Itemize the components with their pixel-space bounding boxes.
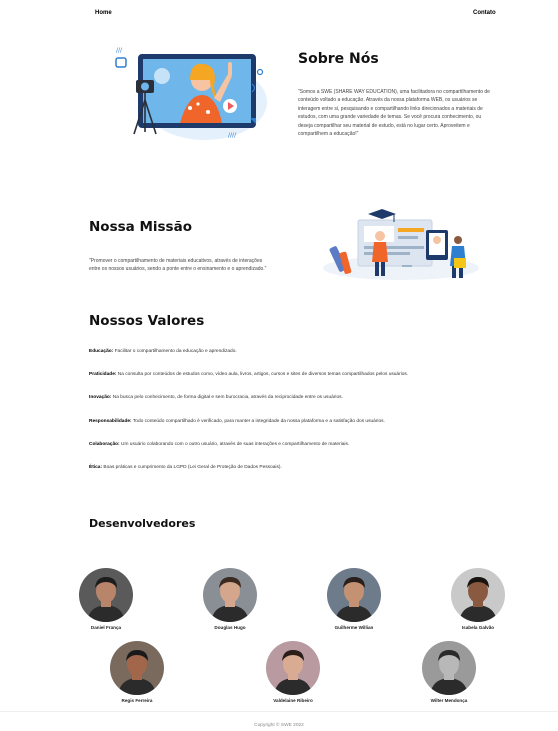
avatar [266, 641, 320, 695]
developer-name: Daniel França [90, 625, 122, 630]
value-item-colaboracao: Colaboração: Um usuário colaborando com … [89, 442, 509, 465]
mission-title: Nossa Missão [89, 219, 192, 235]
developer-name: Valdelaine Ribeiro [273, 698, 313, 703]
avatar [327, 568, 381, 622]
value-label: Responsabilidade: [89, 418, 132, 424]
avatar [451, 568, 505, 622]
value-text: Boas práticas e cumprimento da LGPD (Lei… [102, 464, 282, 470]
nav-contact-link[interactable]: Contato [473, 10, 496, 16]
about-illustration: /// //// [115, 47, 267, 140]
developer-name: Guilherme Willian [334, 625, 374, 630]
value-text: Na busca pelo conhecimento, de forma dig… [111, 395, 343, 401]
value-label: Inovação: [89, 395, 112, 401]
developer-card: Wilter Mendonça [409, 641, 489, 703]
value-text: Um usuário colaborando com o outro usuár… [119, 441, 350, 447]
value-item-inovacao: Inovação: Na busca pelo conhecimento, de… [89, 395, 509, 418]
top-nav: Home Contato [0, 10, 558, 22]
developers-title: Desenvolvedores [89, 517, 196, 530]
avatar [79, 568, 133, 622]
developer-name: Regis Ferreira [121, 698, 153, 703]
avatar [203, 568, 257, 622]
mission-illustration [323, 209, 479, 280]
footer-copyright: Copyright © SWE 2022 [254, 723, 304, 728]
about-text: "Somos a SWE (SHARE WAY EDUCATION), uma … [298, 89, 490, 138]
value-item-praticidade: Praticidade: Na consulta por conteúdos d… [89, 372, 509, 395]
value-item-etica: Ética: Boas práticas e cumprimento da LG… [89, 465, 509, 488]
value-text: Facilitar o compartilhamento da educação… [113, 349, 237, 354]
nav-home-link[interactable]: Home [95, 10, 112, 16]
value-label: Praticidade: [89, 372, 117, 378]
about-title: Sobre Nós [298, 51, 379, 67]
developer-name: Wilter Mendonça [430, 698, 468, 703]
value-label: Ética: [89, 464, 103, 470]
value-text: Todo conteúdo compartilhado é verificado… [131, 418, 385, 424]
developer-card: Guilherme Willian [314, 568, 394, 630]
svg-text:///: /// [116, 47, 123, 54]
developer-card: Regis Ferreira [97, 641, 177, 703]
value-item-responsabilidade: Responsabilidade: Todo conteúdo comparti… [89, 419, 509, 442]
values-title: Nossos Valores [89, 313, 205, 329]
value-item-educacao: Educação: Facilitar o compartilhamento d… [89, 349, 509, 372]
developer-card: Valdelaine Ribeiro [253, 641, 333, 703]
developer-name: Douglas Hugo [214, 625, 246, 630]
svg-text:////: //// [228, 132, 237, 139]
value-label: Educação: [89, 349, 114, 354]
values-list: Educação: Facilitar o compartilhamento d… [89, 349, 509, 488]
avatar [422, 641, 476, 695]
avatar [110, 641, 164, 695]
value-text: Na consulta por conteúdos de estudos com… [116, 372, 409, 378]
developer-card: Douglas Hugo [190, 568, 270, 630]
footer-divider [0, 711, 558, 712]
value-label: Colaboração: [89, 441, 120, 447]
developer-card: Daniel França [66, 568, 146, 630]
developer-name: Isabela Galvão [461, 625, 495, 630]
mission-text: "Promover o compartilhamento de materiai… [89, 258, 267, 273]
developer-card: Isabela Galvão [438, 568, 518, 630]
